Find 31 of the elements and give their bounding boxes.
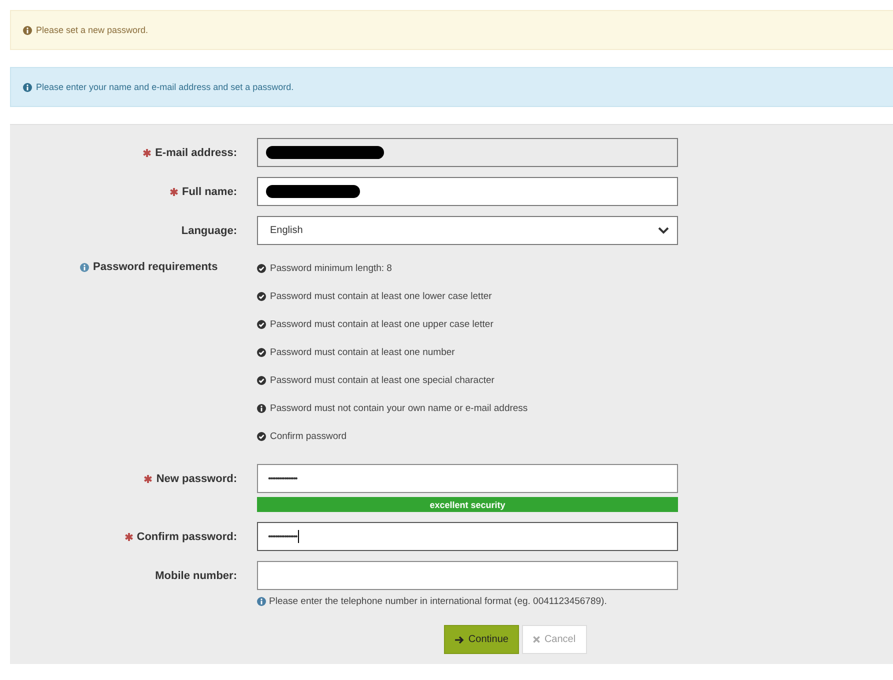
language-select[interactable]: English [257, 216, 678, 245]
arrow-icon [455, 636, 464, 644]
close-icon [533, 636, 540, 643]
hint-text: Please enter the telephone number in international format (eg. 0041123456789). [269, 596, 607, 607]
text-field[interactable] [257, 561, 678, 590]
field-label: Confirm password: [136, 530, 237, 542]
info-icon [23, 26, 32, 34]
requirements-heading: Password requirements [93, 261, 218, 273]
requirement-text: Password must contain at least one number [270, 347, 455, 358]
password-field[interactable]: •••••••••••••••• [257, 464, 678, 493]
info-icon [23, 82, 32, 92]
alert-message: Please enter your name and e-mail address and set a password. [36, 82, 294, 92]
field-label: Full name: [182, 186, 237, 198]
requirement-text: Password must contain at least one special character [270, 375, 494, 386]
requirement-text: Password must contain at least one lower case letter [270, 291, 492, 302]
text-field[interactable] [257, 177, 678, 206]
requirement-text: Password must contain at least one upper case letter [270, 319, 494, 330]
chevron-down-icon [658, 227, 669, 234]
info-icon [257, 597, 266, 606]
field-label: Language: [181, 224, 237, 236]
field-label: New password: [156, 472, 237, 484]
password-field[interactable]: •••••••••••••••• [257, 522, 678, 551]
field-label: E-mail address: [155, 146, 237, 158]
field-label: Mobile number: [155, 570, 237, 582]
requirement-text: Password must not contain your own name or e-mail address [270, 403, 528, 414]
requirement-text: Confirm password [270, 431, 347, 442]
strength-label: excellent security [428, 498, 506, 512]
requirement-text: Password minimum length: 8 [270, 263, 392, 274]
continue-button[interactable]: Continue [444, 625, 520, 654]
alert-message: Please set a new password. [36, 25, 148, 35]
info-icon [80, 262, 89, 272]
